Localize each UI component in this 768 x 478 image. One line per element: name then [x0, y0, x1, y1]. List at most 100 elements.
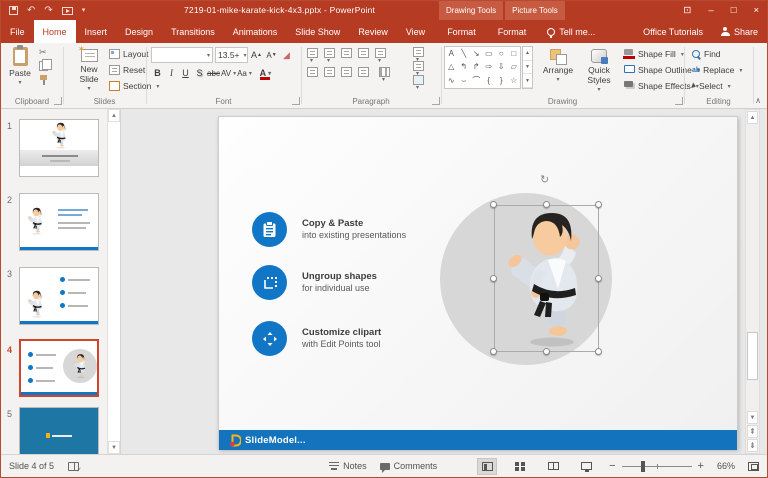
- shape-brace-right[interactable]: }: [495, 73, 508, 88]
- shape-textbox[interactable]: A: [445, 47, 458, 60]
- maximize-icon[interactable]: □: [731, 5, 737, 16]
- shape-rectangle[interactable]: ▭: [483, 47, 496, 60]
- selection-handle-middle-right[interactable]: [595, 275, 602, 282]
- paragraph-dialog-launcher[interactable]: [432, 97, 440, 105]
- tab-review[interactable]: Review: [349, 20, 397, 43]
- slideshow-view-button[interactable]: [576, 458, 596, 475]
- next-slide-icon[interactable]: ⇟: [747, 439, 758, 452]
- columns-icon[interactable]: [379, 67, 390, 77]
- shape-elbow[interactable]: ↰: [458, 60, 471, 73]
- selection-handle-bottom-center[interactable]: [543, 348, 550, 355]
- tab-transitions[interactable]: Transitions: [162, 20, 224, 43]
- justify-icon[interactable]: [358, 67, 369, 77]
- slide-thumbnail-1[interactable]: [19, 119, 99, 177]
- customize-qat-icon[interactable]: ▾: [82, 7, 86, 14]
- shape-parallelogram[interactable]: ▱: [508, 60, 521, 73]
- numbering-icon[interactable]: [324, 48, 335, 58]
- shape-block-arrow-down[interactable]: ⇩: [495, 60, 508, 73]
- thumbnails-scroll-up-icon[interactable]: ▲: [108, 109, 120, 122]
- find-button[interactable]: Find: [692, 46, 742, 62]
- tell-me-box[interactable]: Tell me...: [539, 20, 603, 43]
- text-direction-icon[interactable]: [413, 47, 424, 57]
- slide-thumbnail-5[interactable]: [19, 407, 99, 454]
- tab-animations[interactable]: Animations: [224, 20, 287, 43]
- selection-handle-bottom-left[interactable]: [490, 348, 497, 355]
- tab-view[interactable]: View: [397, 20, 434, 43]
- tab-insert[interactable]: Insert: [76, 20, 117, 43]
- scroll-up-icon[interactable]: ▲: [747, 111, 758, 124]
- clear-formatting-icon[interactable]: ◢: [280, 48, 293, 62]
- feature-item-customize[interactable]: Customize clipart with Edit Points tool: [252, 321, 381, 356]
- tab-home[interactable]: Home: [34, 20, 76, 43]
- shape-block-arrow-right[interactable]: ⇨: [483, 60, 496, 73]
- drawing-dialog-launcher[interactable]: [675, 97, 683, 105]
- replace-button[interactable]: ab Replace: [692, 62, 742, 78]
- arrange-button[interactable]: Arrange ▾: [539, 49, 577, 84]
- thumbnail-panel-scrollbar[interactable]: ▲ ▼: [107, 109, 120, 454]
- align-right-icon[interactable]: [341, 67, 352, 77]
- italic-button[interactable]: I: [165, 66, 178, 80]
- zoom-slider-track[interactable]: [622, 461, 692, 472]
- shape-brace-left[interactable]: {: [483, 73, 496, 88]
- change-case-button[interactable]: Aa: [237, 66, 252, 80]
- thumbnails-scroll-down-icon[interactable]: ▼: [108, 441, 120, 454]
- shape-arrow[interactable]: ↘: [470, 47, 483, 60]
- font-color-button[interactable]: A: [259, 66, 272, 80]
- align-text-icon[interactable]: [413, 61, 424, 71]
- shape-oval[interactable]: ○: [495, 47, 508, 60]
- feature-item-ungroup[interactable]: Ungroup shapes for individual use: [252, 265, 377, 300]
- text-shadow-button[interactable]: S: [193, 66, 206, 80]
- convert-smartart-icon[interactable]: [413, 75, 424, 85]
- zoom-in-icon[interactable]: +: [698, 461, 704, 472]
- scroll-down-icon[interactable]: ▼: [747, 411, 758, 424]
- shapes-more-icon[interactable]: ▼: [523, 74, 532, 88]
- slide-sorter-view-button[interactable]: [510, 458, 530, 475]
- shrink-font-button[interactable]: A▼: [265, 48, 278, 62]
- underline-button[interactable]: U: [179, 66, 192, 80]
- minimize-icon[interactable]: –: [708, 5, 713, 16]
- font-dialog-launcher[interactable]: [292, 97, 300, 105]
- tab-design[interactable]: Design: [116, 20, 162, 43]
- shape-triangle[interactable]: △: [445, 60, 458, 73]
- selection-handle-middle-left[interactable]: [490, 275, 497, 282]
- clipboard-dialog-launcher[interactable]: [54, 97, 62, 105]
- shapes-scroll-up-icon[interactable]: ▲: [523, 47, 532, 61]
- comments-button[interactable]: Comments: [380, 461, 438, 471]
- zoom-level[interactable]: 66%: [717, 461, 735, 471]
- tab-slide-show[interactable]: Slide Show: [286, 20, 349, 43]
- shape-star[interactable]: ☆: [508, 73, 521, 88]
- vertical-scrollbar[interactable]: ▲ ▼ ⇞ ⇟: [745, 109, 760, 454]
- selection-handle-top-center[interactable]: [543, 201, 550, 208]
- slide-footer-bar[interactable]: SlideModel...: [219, 430, 737, 450]
- shape-curve[interactable]: ⌒: [470, 73, 483, 88]
- quick-styles-button[interactable]: Quick Styles ▾: [579, 49, 619, 95]
- reading-view-button[interactable]: [543, 458, 563, 475]
- zoom-slider-thumb[interactable]: [641, 461, 645, 472]
- selection-handle-top-left[interactable]: [490, 201, 497, 208]
- selection-handle-top-right[interactable]: [595, 201, 602, 208]
- tab-drawing-format[interactable]: Format: [438, 20, 485, 43]
- normal-view-button[interactable]: [477, 458, 497, 475]
- karate-character-clipart[interactable]: [498, 209, 598, 349]
- save-icon[interactable]: [9, 6, 18, 15]
- align-left-icon[interactable]: [307, 67, 318, 77]
- spell-check-icon[interactable]: [68, 462, 79, 471]
- align-center-icon[interactable]: [324, 67, 335, 77]
- shape-arc[interactable]: ⌣: [458, 73, 471, 88]
- fit-slide-to-window-icon[interactable]: [748, 462, 759, 471]
- scrollbar-thumb[interactable]: [747, 332, 758, 380]
- redo-icon[interactable]: ↷: [44, 6, 52, 16]
- close-icon[interactable]: ×: [753, 5, 759, 16]
- undo-icon[interactable]: ↶: [27, 6, 35, 16]
- shape-line[interactable]: ╲: [458, 47, 471, 60]
- copy-icon[interactable]: [39, 61, 48, 71]
- tab-file[interactable]: File: [1, 20, 34, 43]
- font-name-combo[interactable]: ▾: [151, 47, 213, 63]
- slide-thumbnail-3[interactable]: [19, 267, 99, 325]
- bold-button[interactable]: B: [151, 66, 164, 80]
- start-slideshow-icon[interactable]: [62, 7, 73, 15]
- character-spacing-button[interactable]: AV: [221, 66, 236, 80]
- cut-icon[interactable]: ✂: [39, 48, 49, 57]
- feature-item-copy-paste[interactable]: Copy & Paste into existing presentations: [252, 212, 406, 247]
- ribbon-display-options-icon[interactable]: ⊡: [683, 5, 691, 16]
